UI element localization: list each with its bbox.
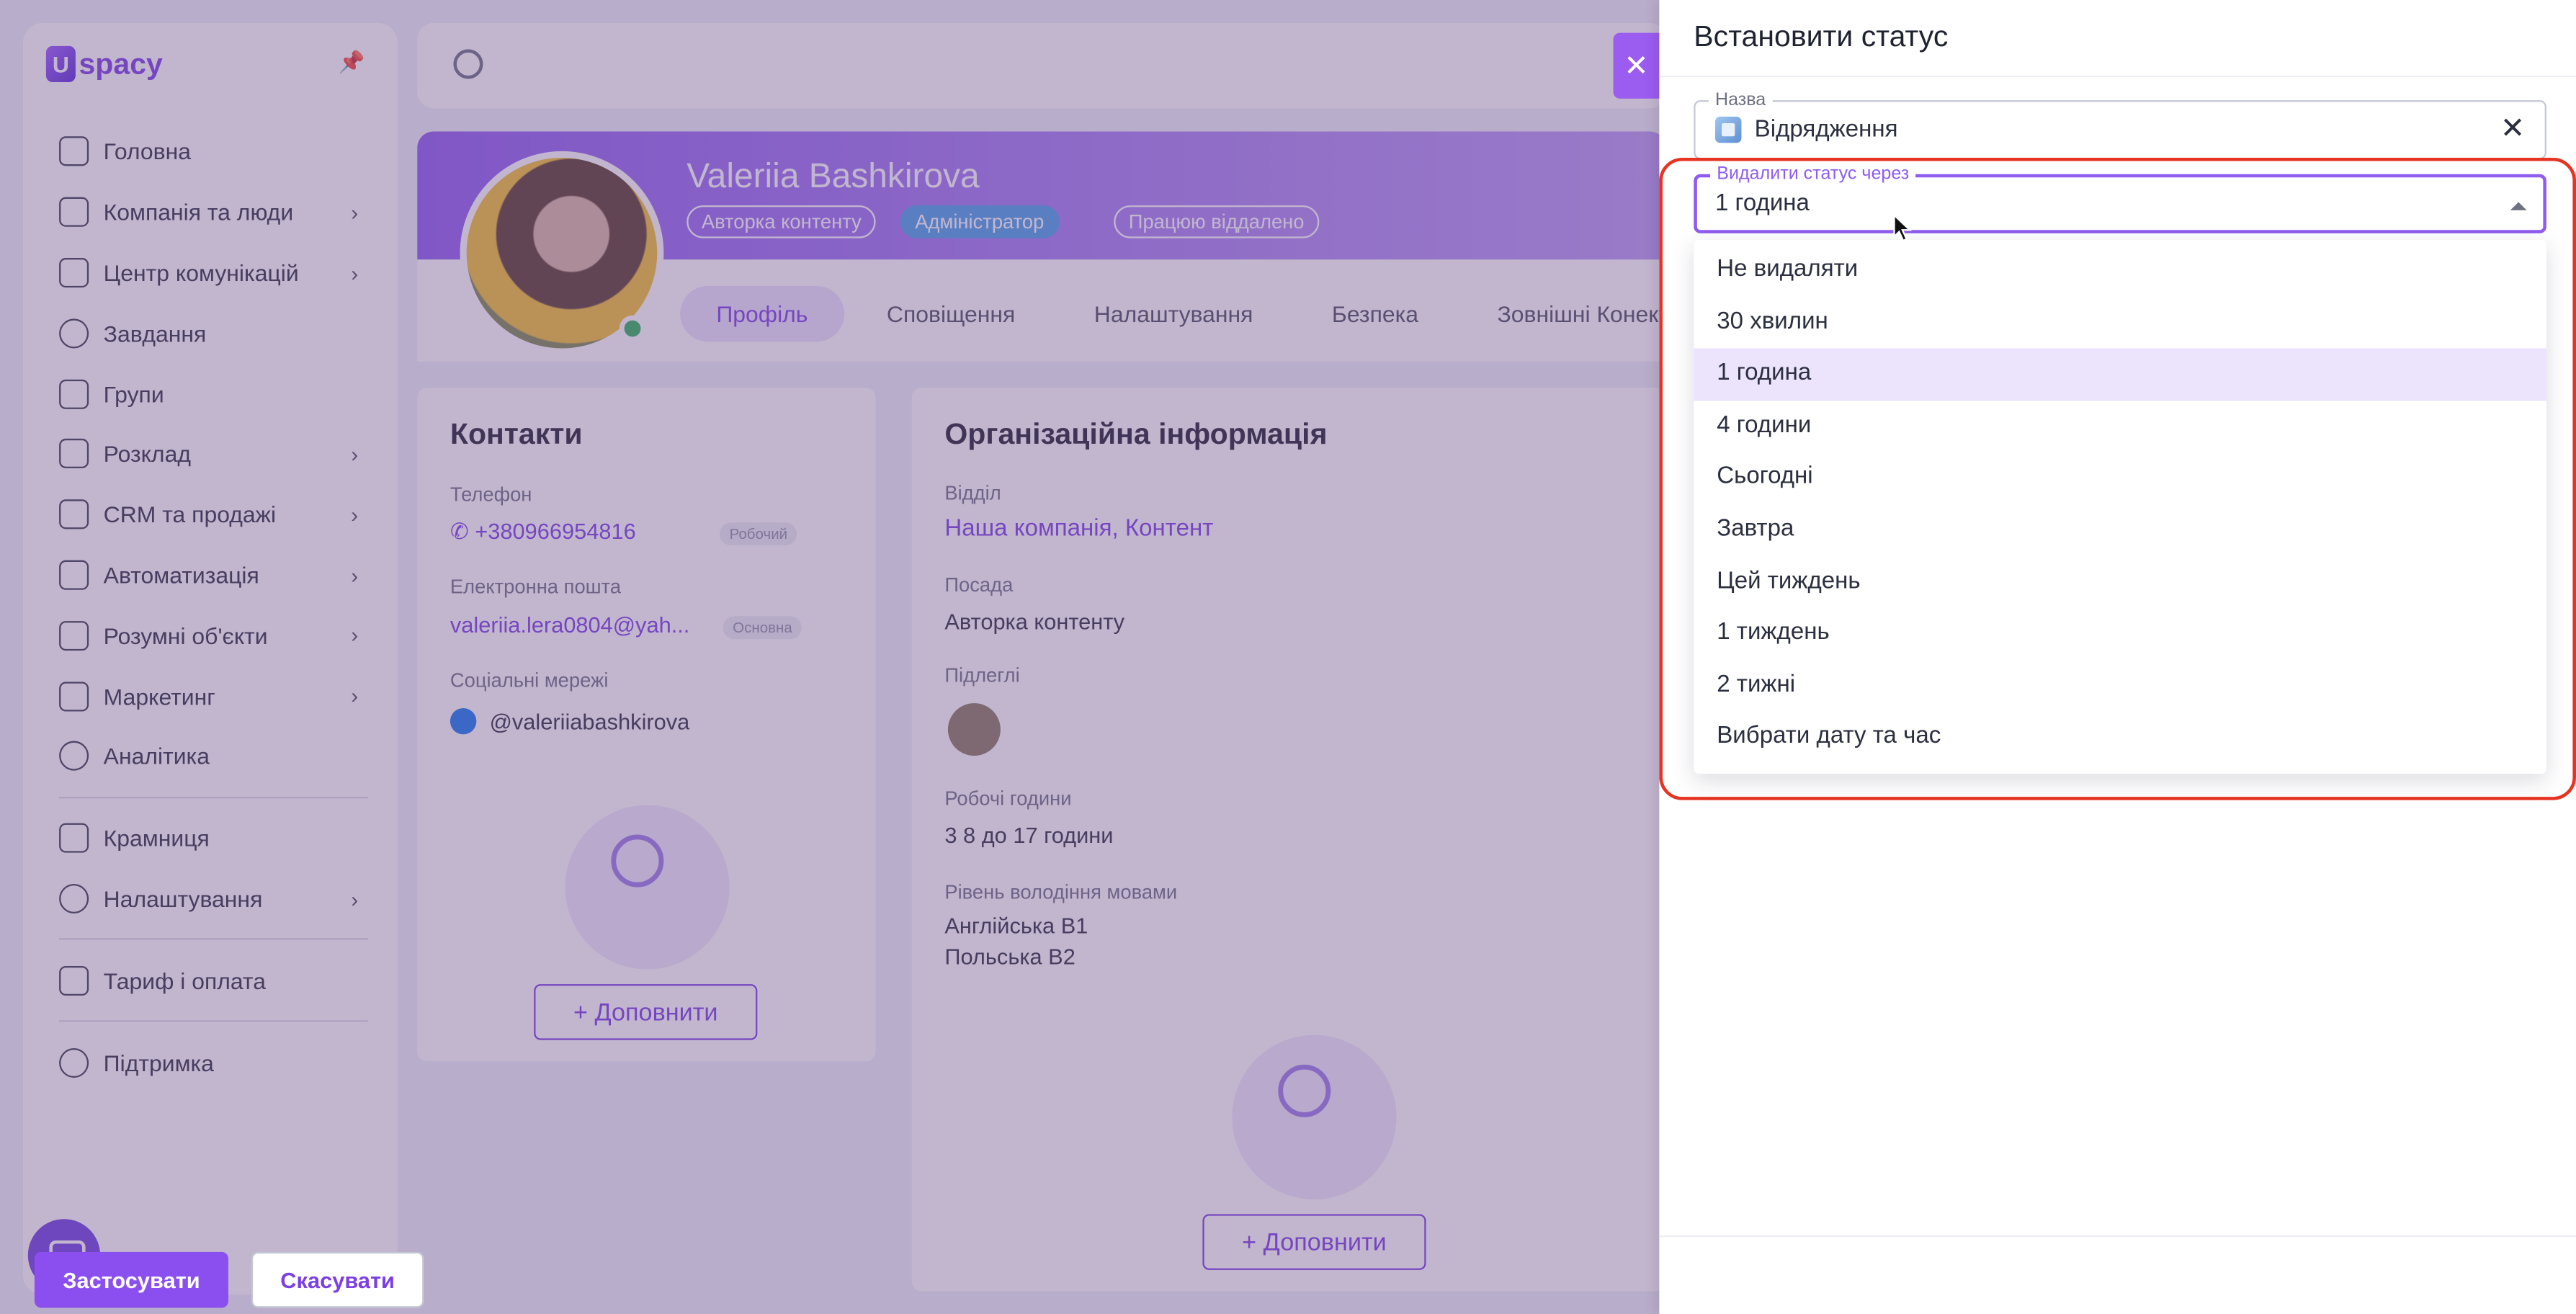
status-emoji-icon[interactable]: [1714, 116, 1742, 143]
dropdown-option[interactable]: 1 година: [1694, 348, 2546, 401]
dropdown-option[interactable]: Цей тиждень: [1694, 556, 2546, 608]
dropdown-option[interactable]: Вибрати дату та час: [1694, 712, 2546, 764]
cursor-arrow-icon: [1893, 213, 1913, 242]
clear-icon[interactable]: ✕: [2500, 112, 2525, 146]
status-name-field[interactable]: Назва Відрядження ✕: [1694, 89, 2546, 160]
divider: [1659, 75, 2576, 78]
dropdown-option[interactable]: 4 години: [1694, 401, 2546, 452]
dropdown-option[interactable]: 30 хвилин: [1694, 297, 2546, 349]
remove-after-options: Не видаляти 30 хвилин 1 година 4 години Сьог…: [1694, 239, 2546, 774]
apply-button[interactable]: Застосувати: [34, 1251, 229, 1308]
status-name-legend: Назва: [1708, 89, 1773, 112]
close-panel-button[interactable]: ✕: [1613, 32, 1660, 99]
panel-title: Встановити статус: [1694, 19, 1949, 53]
footer-divider: [1659, 1235, 2576, 1238]
modal-overlay[interactable]: [0, 0, 1660, 1314]
dropdown-option[interactable]: 1 тиждень: [1694, 608, 2546, 660]
dropdown-option[interactable]: Сьогодні: [1694, 452, 2546, 504]
dropdown-option[interactable]: 2 тижні: [1694, 660, 2546, 712]
cancel-button[interactable]: Скасувати: [251, 1251, 424, 1308]
dropdown-option[interactable]: Завтра: [1694, 504, 2546, 556]
dropdown-option[interactable]: Не видаляти: [1694, 245, 2546, 297]
status-name-value: Відрядження: [1754, 116, 1898, 143]
